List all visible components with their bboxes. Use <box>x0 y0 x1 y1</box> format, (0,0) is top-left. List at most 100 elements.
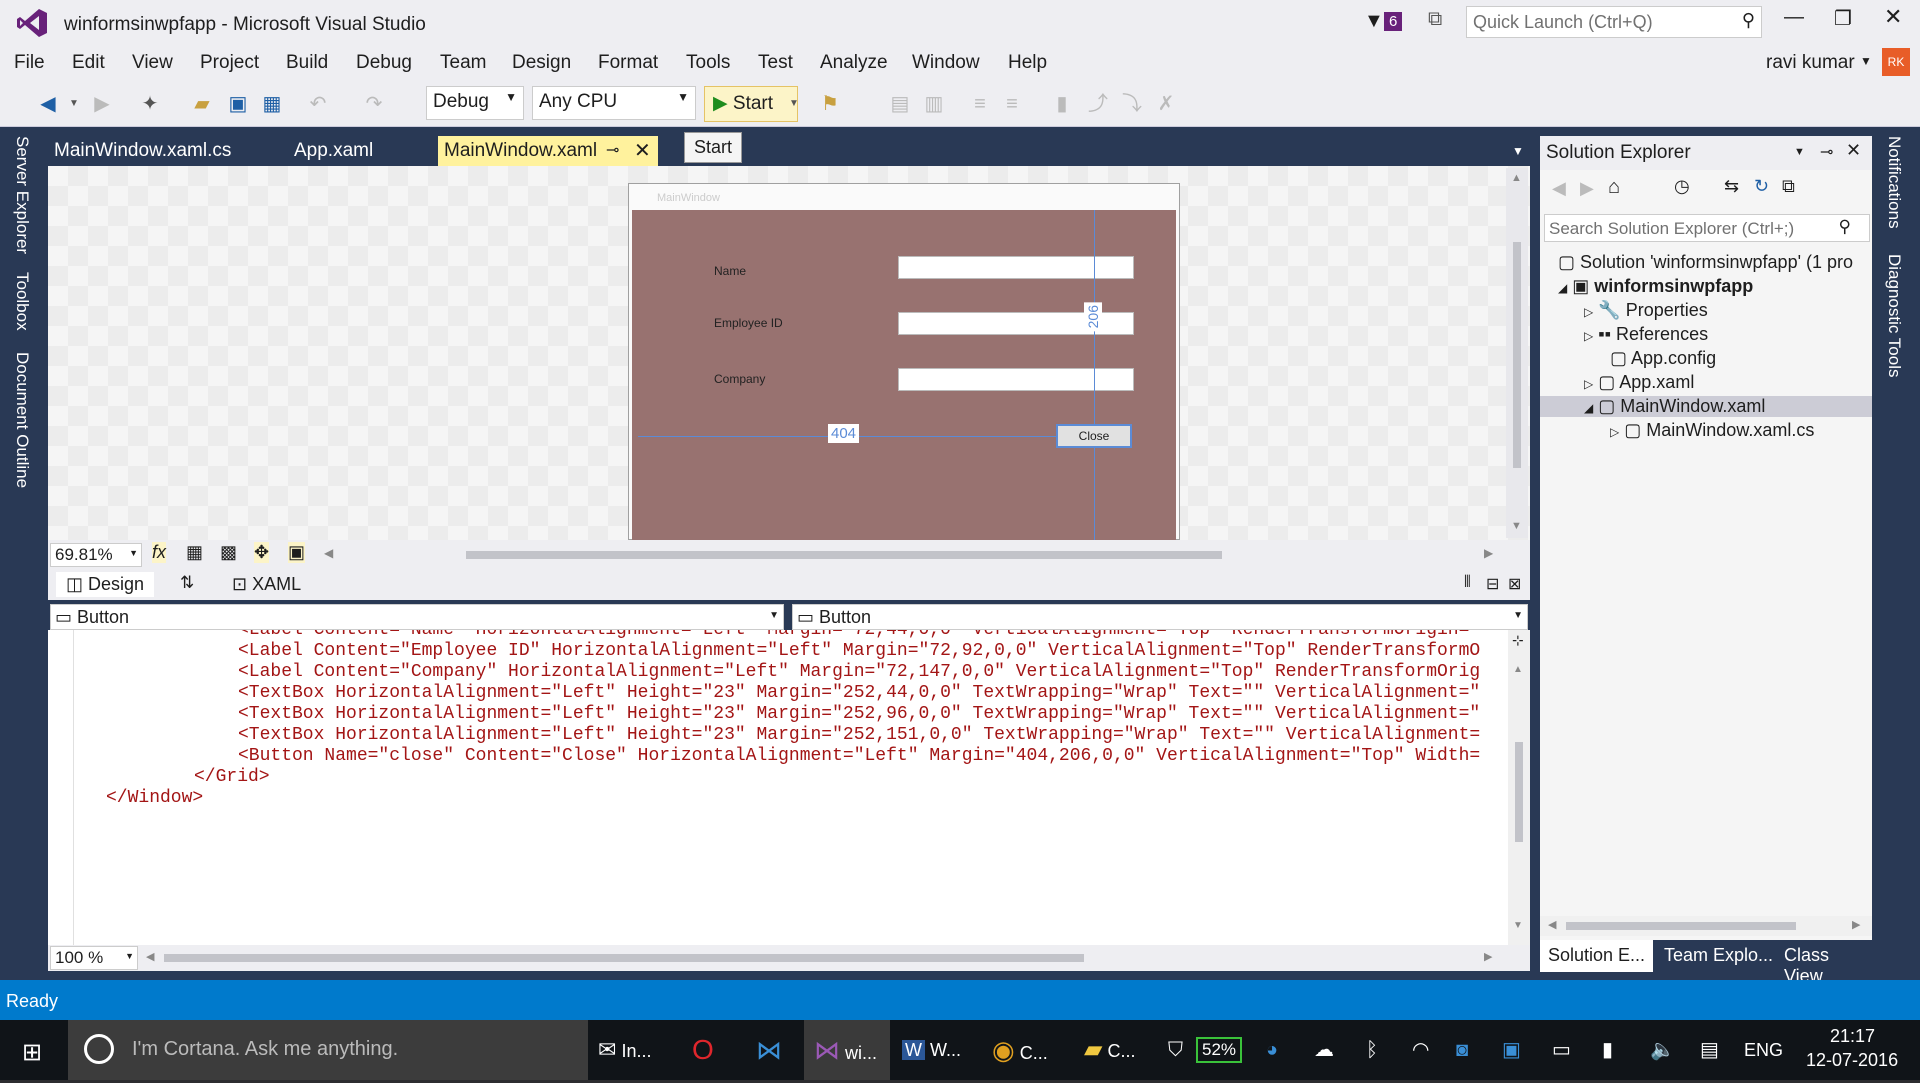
diagnostic-tools-tab[interactable]: Diagnostic Tools <box>1884 254 1904 377</box>
toolbar-icon-a[interactable]: ▤ <box>888 92 912 116</box>
back-icon[interactable]: ◀ <box>1552 178 1566 199</box>
taskbar-app-visual-studio[interactable]: ⋈ wi... <box>804 1020 890 1080</box>
close-panel-icon[interactable]: ✕ <box>1846 140 1861 161</box>
bookmark-prev-icon[interactable]: ⤴ <box>1086 92 1110 116</box>
company-label[interactable]: Company <box>714 372 765 386</box>
history-icon[interactable]: ◷ <box>1674 176 1690 197</box>
tree-item-app-config[interactable]: ▢ App.config <box>1610 348 1716 369</box>
code-line[interactable]: <TextBox HorizontalAlignment="Left" Heig… <box>238 683 1480 703</box>
tree-item-solution[interactable]: ▢ Solution 'winformsinwpfapp' (1 pro <box>1558 252 1853 273</box>
editor-vscrollbar[interactable]: ⊹ ▲ ▼ <box>1508 630 1530 945</box>
xaml-editor[interactable]: <Label Content="Name" HorizontalAlignmen… <box>48 630 1530 945</box>
home-icon[interactable]: ⌂ <box>1608 176 1620 199</box>
new-project-icon[interactable]: ✦ <box>138 92 162 116</box>
hscroll-thumb[interactable] <box>1566 922 1796 930</box>
refresh-icon[interactable]: ↻ <box>1754 176 1769 197</box>
element-select-right[interactable]: ▭ Button ▼ <box>792 604 1528 630</box>
menu-window[interactable]: Window <box>912 52 980 74</box>
hscroll-left-icon[interactable]: ◀ <box>146 950 154 963</box>
snap-grid-icon[interactable]: ▩ <box>220 542 237 563</box>
tree-item-references[interactable]: ▷ ▪▪ References <box>1584 324 1708 345</box>
scroll-down-icon[interactable]: ▼ <box>1511 520 1522 532</box>
panel-dropdown-icon[interactable]: ▼ <box>1794 146 1805 158</box>
element-select-left[interactable]: ▭ Button ▼ <box>50 604 784 630</box>
tab-solution-explorer[interactable]: Solution E... <box>1540 940 1654 972</box>
horizontal-split-icon[interactable]: ⊟ <box>1486 574 1499 594</box>
employee-id-label[interactable]: Employee ID <box>714 316 783 330</box>
code-line[interactable]: </Window> <box>106 788 203 808</box>
tree-item-mainwindow-xaml[interactable]: ◢ ▢ MainWindow.xaml <box>1540 396 1872 417</box>
windows-start-icon[interactable]: ⊞ <box>22 1038 42 1067</box>
hscroll-left-icon[interactable]: ◀ <box>1548 918 1556 931</box>
toolbar-icon-b[interactable]: ▥ <box>922 92 946 116</box>
menu-format[interactable]: Format <box>598 52 658 74</box>
code-line[interactable]: </Grid> <box>194 767 270 787</box>
clock-date[interactable]: 12-07-2016 <box>1806 1050 1898 1071</box>
close-button-designer[interactable]: Close <box>1056 424 1132 448</box>
menu-debug[interactable]: Debug <box>356 52 412 74</box>
bookmark-next-icon[interactable]: ⤵ <box>1120 92 1144 116</box>
tab-xaml[interactable]: ⊡ XAML <box>232 574 301 595</box>
back-dropdown-icon[interactable]: ▼ <box>62 92 86 116</box>
wifi-icon[interactable]: ◠ <box>1412 1020 1429 1080</box>
scroll-up-icon[interactable]: ▲ <box>1511 172 1522 184</box>
tab-mainwindow-xaml-cs[interactable]: MainWindow.xaml.cs <box>46 136 239 166</box>
menu-test[interactable]: Test <box>758 52 793 74</box>
bookmark-clear-icon[interactable]: ✗ <box>1154 92 1178 116</box>
notifications-badge[interactable]: 6 <box>1384 12 1403 31</box>
save-icon[interactable]: ▣ <box>226 92 250 116</box>
tab-mainwindow-xaml[interactable]: MainWindow.xaml ⊸ ✕ <box>438 136 658 166</box>
code-line[interactable]: <Label Content="Name" HorizontalAlignmen… <box>238 630 1469 640</box>
menu-analyze[interactable]: Analyze <box>820 52 888 74</box>
solution-hscrollbar[interactable]: ◀ ▶ <box>1540 916 1872 936</box>
feedback-icon[interactable]: ⧉ <box>1428 8 1442 31</box>
open-folder-icon[interactable]: ▰ <box>190 92 214 116</box>
zoom-select[interactable]: 69.81% ▼ <box>50 543 142 567</box>
close-tab-icon[interactable]: ✕ <box>634 138 651 163</box>
name-textbox[interactable] <box>898 256 1134 279</box>
scroll-thumb[interactable] <box>1515 742 1523 842</box>
sync-icon[interactable]: ⇆ <box>1724 176 1739 197</box>
back-icon[interactable]: ◀ <box>36 92 60 116</box>
tab-overflow-icon[interactable]: ▼ <box>1512 144 1524 158</box>
battery-badge[interactable]: 52% <box>1196 1037 1243 1063</box>
forward-icon[interactable]: ▶ <box>90 92 114 116</box>
tab-design[interactable]: ◫ Design <box>56 572 155 597</box>
action-center-icon[interactable]: ▤ <box>1700 1020 1719 1080</box>
tray-icon-a[interactable]: ◕ <box>1266 1020 1278 1080</box>
collapse-pane-icon[interactable]: ⊠ <box>1508 574 1521 594</box>
save-all-icon[interactable]: ▦ <box>260 92 284 116</box>
minimize-button[interactable]: — <box>1784 6 1804 29</box>
quick-launch-input[interactable]: Quick Launch (Ctrl+Q) ⚲ <box>1466 6 1762 38</box>
scroll-thumb[interactable] <box>1513 242 1521 468</box>
tray-icon-d[interactable]: ▭ <box>1552 1020 1571 1080</box>
power-icon[interactable]: ▮ <box>1602 1020 1613 1080</box>
code-line[interactable]: <TextBox HorizontalAlignment="Left" Heig… <box>238 725 1480 745</box>
swap-panes-icon[interactable]: ⇅ <box>180 573 194 593</box>
toolbox-tab[interactable]: Toolbox <box>12 272 32 331</box>
solution-search-input[interactable]: Search Solution Explorer (Ctrl+;) ⚲ <box>1544 214 1870 242</box>
taskbar-app-word[interactable]: W W... <box>902 1020 961 1080</box>
platform-select[interactable]: Any CPU ▼ <box>532 86 696 120</box>
code-line[interactable]: <Label Content="Employee ID" HorizontalA… <box>238 641 1480 661</box>
taskbar-app-vscode[interactable]: ⋈ <box>756 1020 782 1080</box>
tray-icon-c[interactable]: ▣ <box>1502 1020 1521 1080</box>
hscroll-right-icon[interactable]: ▶ <box>1852 918 1860 931</box>
menu-file[interactable]: File <box>14 52 45 74</box>
notifications-tab[interactable]: Notifications <box>1884 136 1904 229</box>
security-tray-icon[interactable]: ⛉ <box>1168 1020 1183 1080</box>
menu-tools[interactable]: Tools <box>686 52 730 74</box>
pin-icon[interactable]: ⊸ <box>606 140 619 160</box>
avatar[interactable]: RK <box>1882 48 1910 76</box>
align-icon-b[interactable]: ≡ <box>1000 92 1024 116</box>
scroll-down-icon[interactable]: ▼ <box>1513 920 1523 931</box>
fx-icon[interactable]: fx <box>152 542 167 563</box>
menu-design[interactable]: Design <box>512 52 571 74</box>
taskbar-app-opera[interactable]: O <box>692 1020 714 1080</box>
tree-item-properties[interactable]: ▷ 🔧 Properties <box>1584 300 1708 321</box>
taskbar-app-mail[interactable]: ✉ In... <box>598 1020 651 1080</box>
menu-build[interactable]: Build <box>286 52 328 74</box>
clock-time[interactable]: 21:17 <box>1830 1026 1875 1047</box>
menu-help[interactable]: Help <box>1008 52 1047 74</box>
configuration-select[interactable]: Debug ▼ <box>426 86 524 120</box>
